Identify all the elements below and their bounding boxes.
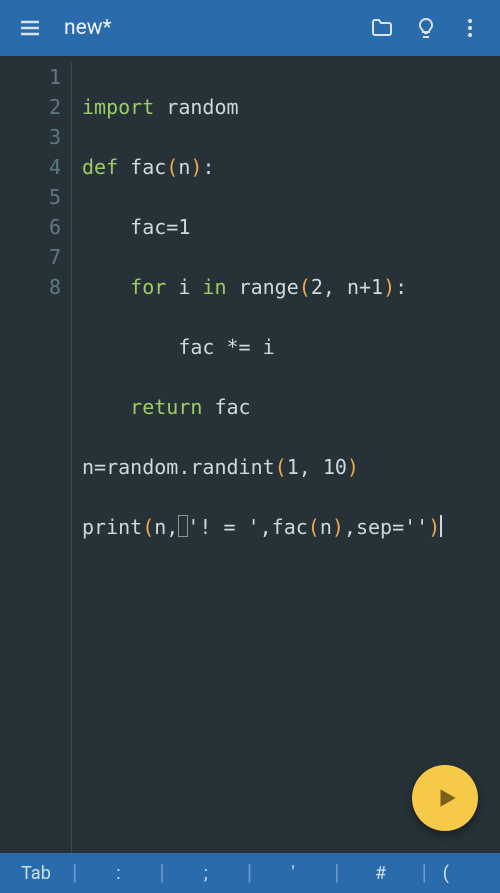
app-header: new* [0,0,500,56]
more-icon[interactable] [448,6,492,50]
text-cursor [440,515,442,537]
quote-key[interactable]: ' [252,853,334,893]
lightbulb-icon[interactable] [404,6,448,50]
code-line: fac *= i [82,332,500,362]
tab-key[interactable]: Tab [0,853,72,893]
symbol-bar: Tab | : | ; | ' | # | ( [0,853,500,893]
line-number: 3 [0,122,61,152]
line-gutter: 1 2 3 4 5 6 7 8 [0,62,72,853]
line-number: 7 [0,242,61,272]
code-line: print(n,'! = ',fac(n),sep='') [82,512,500,542]
run-button[interactable] [412,765,478,831]
code-line: n=random.randint(1, 10) [82,452,500,482]
code-line: def fac(n): [82,152,500,182]
line-number: 6 [0,212,61,242]
code-area[interactable]: import random def fac(n): fac=1 for i in… [72,62,500,853]
line-number: 1 [0,62,61,92]
code-line: fac=1 [82,212,500,242]
code-line: import random [82,92,500,122]
line-number: 2 [0,92,61,122]
code-line: for i in range(2, n+1): [82,272,500,302]
line-number: 4 [0,152,61,182]
line-number: 5 [0,182,61,212]
paren-key[interactable]: ( [427,853,457,893]
menu-icon[interactable] [8,6,52,50]
code-editor[interactable]: 1 2 3 4 5 6 7 8 import random def fac(n)… [0,56,500,853]
file-title: new* [52,16,360,40]
hash-key[interactable]: # [340,853,422,893]
colon-key[interactable]: : [77,853,159,893]
line-number: 8 [0,272,61,302]
code-line: return fac [82,392,500,422]
semicolon-key[interactable]: ; [165,853,247,893]
folder-icon[interactable] [360,6,404,50]
